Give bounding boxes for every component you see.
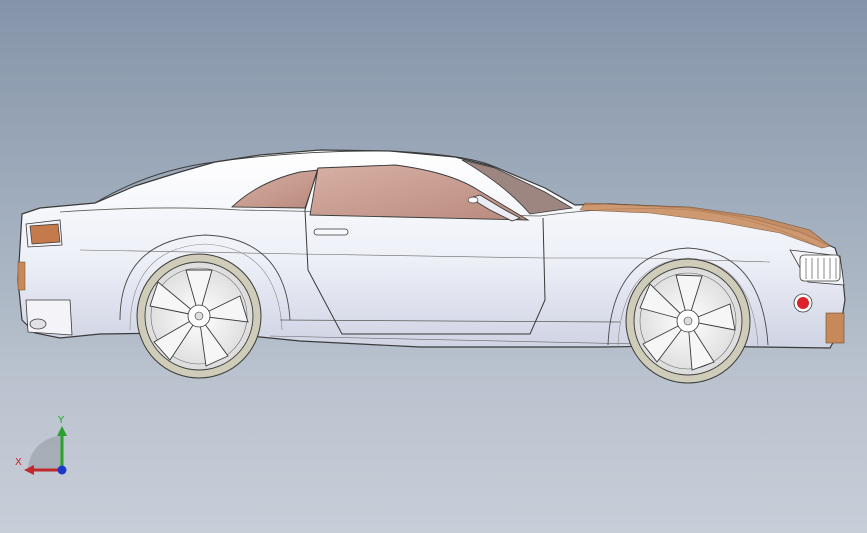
x-axis-label: X: [15, 457, 22, 468]
front-fog-lamp: [797, 297, 809, 309]
graphics-viewport[interactable]: X Y: [0, 0, 867, 533]
front-wheel[interactable]: [625, 258, 751, 384]
rear-wheel[interactable]: [136, 253, 262, 379]
tail-light: [29, 223, 61, 245]
car-model-view[interactable]: [0, 0, 867, 533]
triad-axes: [24, 426, 67, 475]
y-axis-label: Y: [58, 415, 65, 426]
front-grille: [799, 254, 841, 282]
door-handle[interactable]: [313, 228, 349, 236]
z-axis-dot: [57, 465, 67, 475]
exhaust-tip: [29, 318, 47, 330]
reference-triad: X Y: [12, 412, 74, 478]
